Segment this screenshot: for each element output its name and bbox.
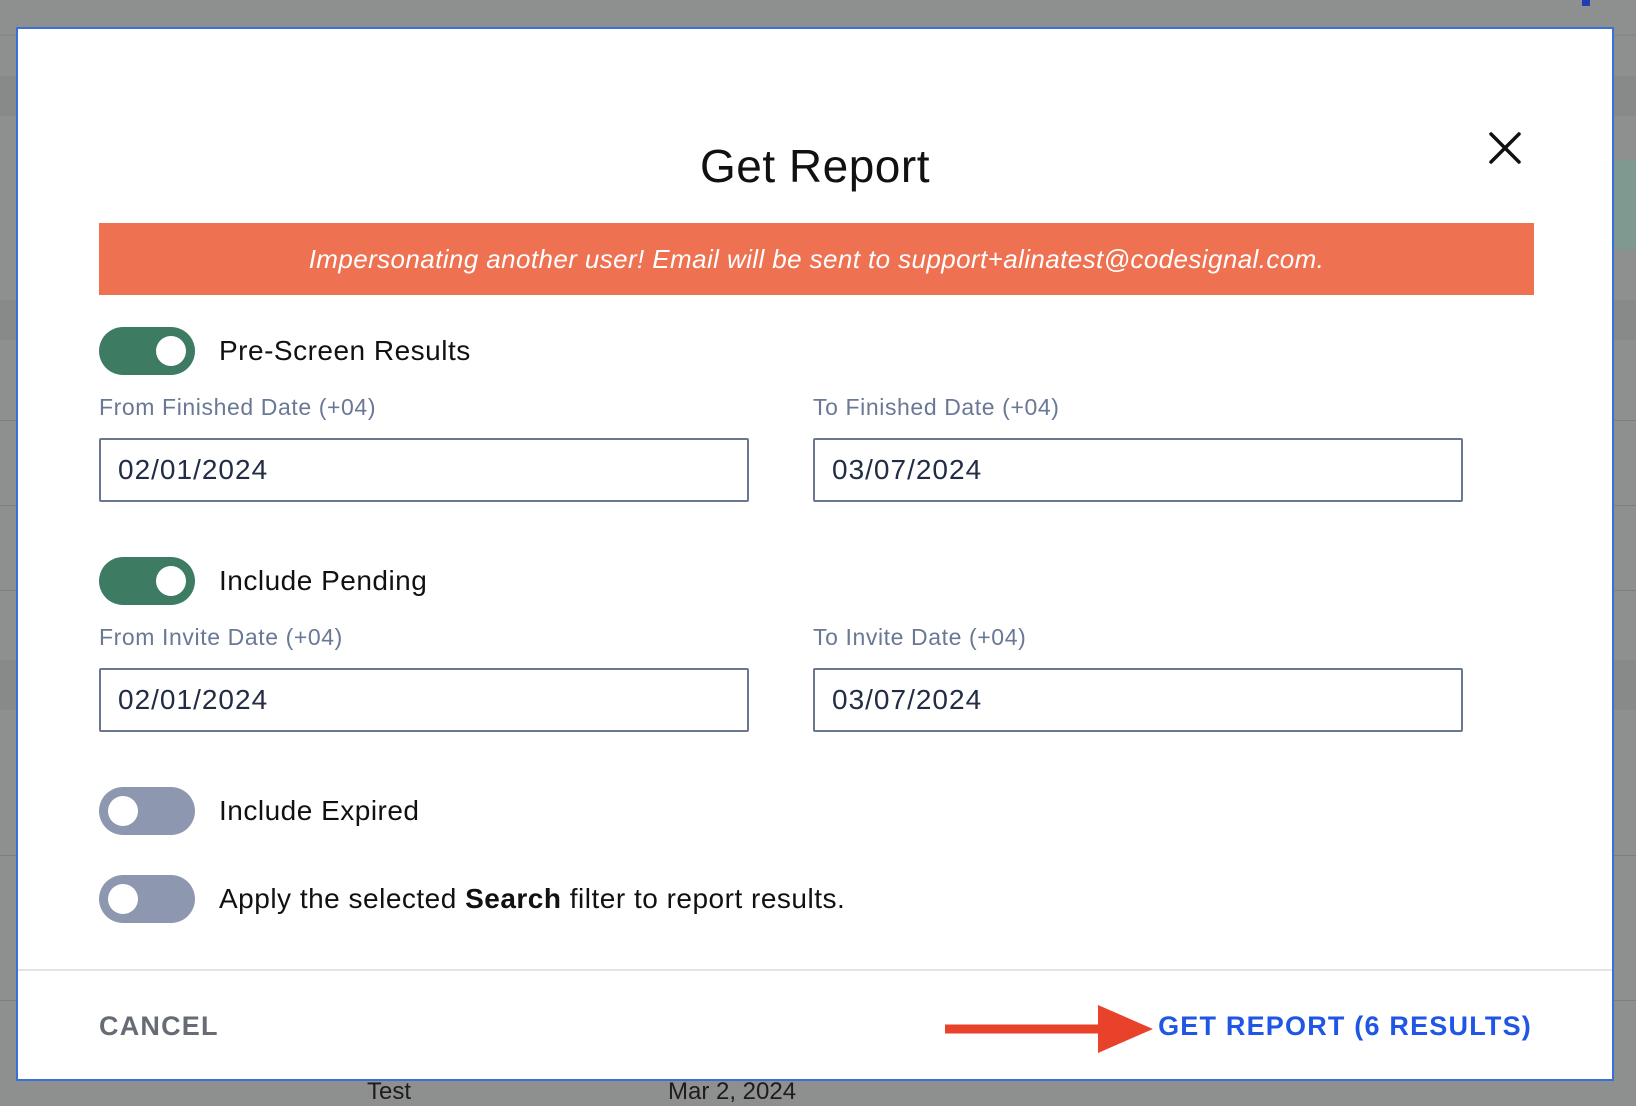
pre-screen-label: Pre-Screen Results (219, 335, 471, 366)
search-filter-label: Apply the selected Search filter to repo… (219, 883, 845, 915)
toggle-knob (156, 336, 186, 366)
from-invite-date-label: From Invite Date (+04) (99, 624, 343, 650)
close-icon (1489, 132, 1521, 164)
include-expired-toggle[interactable] (99, 787, 195, 835)
search-filter-option: Apply the selected Search filter to repo… (99, 875, 845, 923)
from-finished-date-input[interactable] (99, 438, 749, 502)
impersonation-warning-banner: Impersonating another user! Email will b… (99, 223, 1534, 295)
red-arrow-annotation (945, 1005, 1153, 1053)
cancel-button[interactable]: CANCEL (99, 1011, 219, 1042)
pre-screen-option: Pre-Screen Results (99, 327, 471, 375)
toggle-knob (156, 566, 186, 596)
background-text: Mar 2, 2024 (668, 1078, 797, 1105)
from-invite-date-input[interactable] (99, 668, 749, 732)
to-finished-date-label: To Finished Date (+04) (813, 394, 1060, 420)
include-pending-option: Include Pending (99, 557, 427, 605)
get-report-modal: Get Report Impersonating another user! E… (16, 27, 1614, 1081)
search-filter-toggle[interactable] (99, 875, 195, 923)
toggle-knob (108, 796, 138, 826)
footer-divider (18, 969, 1612, 971)
to-finished-date-input[interactable] (813, 438, 1463, 502)
to-invite-date-label: To Invite Date (+04) (813, 624, 1027, 650)
include-pending-toggle[interactable] (99, 557, 195, 605)
include-pending-label: Include Pending (219, 565, 428, 596)
include-expired-option: Include Expired (99, 787, 420, 835)
pre-screen-toggle[interactable] (99, 327, 195, 375)
get-report-button[interactable]: GET REPORT (6 RESULTS) (1158, 1011, 1532, 1042)
modal-title: Get Report (700, 140, 930, 192)
banner-text: Impersonating another user! Email will b… (308, 243, 1325, 274)
background-corner-mark (1582, 0, 1590, 6)
from-finished-date-label: From Finished Date (+04) (99, 394, 377, 420)
search-filter-label-prefix: Apply the selected (219, 883, 466, 914)
include-expired-label: Include Expired (219, 795, 420, 826)
background-text: Test (367, 1078, 412, 1105)
search-filter-label-suffix: filter to report results. (561, 883, 846, 914)
toggle-knob (108, 884, 138, 914)
search-filter-label-bold: Search (465, 883, 562, 914)
to-invite-date-input[interactable] (813, 668, 1463, 732)
close-button[interactable] (1481, 124, 1529, 172)
